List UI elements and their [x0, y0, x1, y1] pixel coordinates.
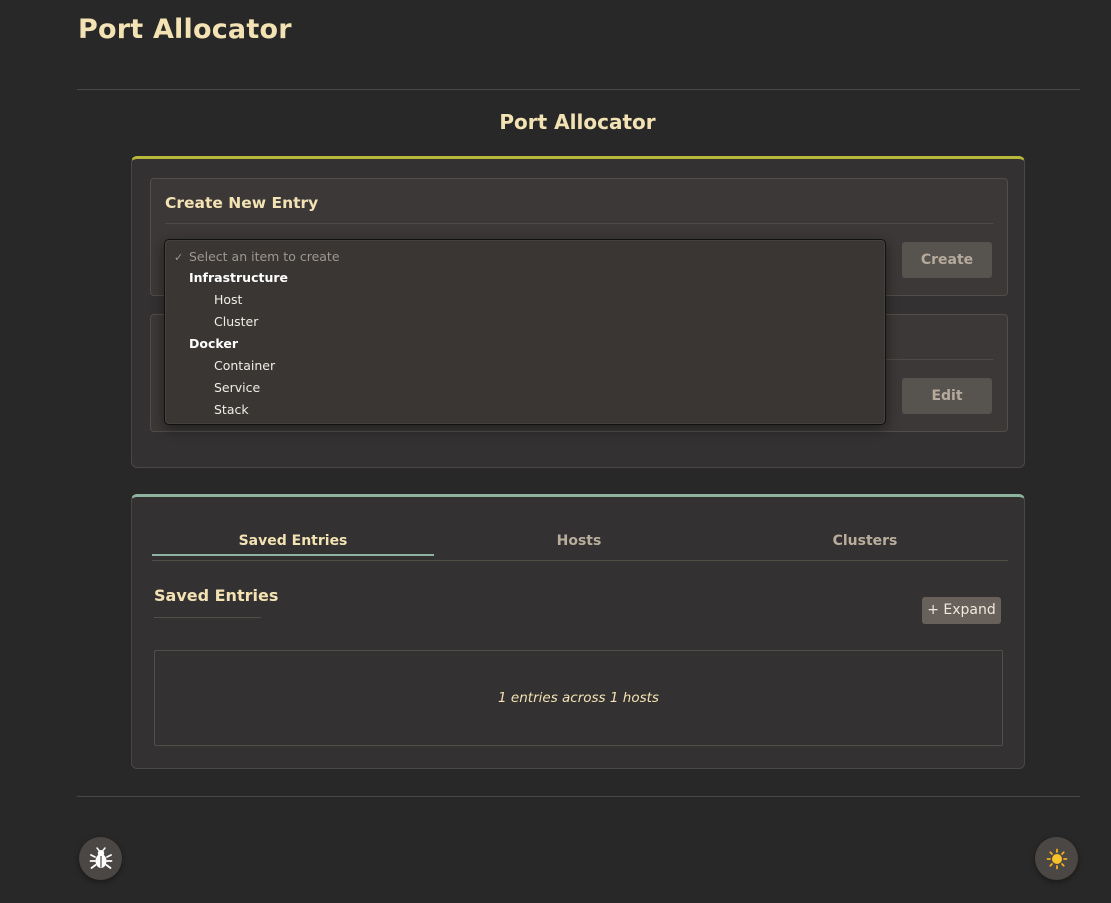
dropdown-placeholder-label: Select an item to create — [189, 249, 340, 264]
dropdown-option-container[interactable]: Container — [214, 356, 275, 376]
create-type-dropdown[interactable]: ✓ Select an item to create Infrastructure… — [164, 239, 886, 425]
tab-bar: Saved Entries Hosts Clusters — [152, 533, 1008, 563]
section-divider — [154, 617, 261, 618]
dropdown-option-stack[interactable]: Stack — [214, 400, 249, 420]
app-title: Port Allocator — [78, 14, 292, 45]
dropdown-option-cluster[interactable]: Cluster — [214, 312, 258, 332]
tab-hosts[interactable]: Hosts — [438, 533, 720, 549]
tab-label: Hosts — [556, 533, 602, 549]
dropdown-option-placeholder[interactable]: ✓ Select an item to create — [174, 247, 340, 267]
tab-clusters[interactable]: Clusters — [724, 533, 1006, 549]
debug-button[interactable] — [79, 837, 122, 880]
header-divider — [77, 89, 1080, 90]
expand-button[interactable]: + Expand — [922, 597, 1001, 624]
entries-card: Saved Entries Hosts Clusters Saved Entri… — [131, 494, 1025, 769]
tab-label: Saved Entries — [238, 533, 348, 549]
theme-toggle-button[interactable] — [1035, 837, 1078, 880]
create-panel-title: Create New Entry — [165, 194, 319, 212]
dropdown-option-host[interactable]: Host — [214, 290, 242, 310]
edit-button[interactable]: Edit — [902, 378, 992, 414]
tab-label: Clusters — [832, 533, 898, 549]
bug-icon — [89, 846, 112, 869]
dropdown-group-infrastructure: Infrastructure — [189, 270, 288, 285]
dropdown-option-service[interactable]: Service — [214, 378, 260, 398]
tabs-divider — [152, 560, 1008, 561]
divider — [165, 223, 993, 224]
saved-entries-summary: 1 entries across 1 hosts — [154, 650, 1003, 746]
tab-saved-entries[interactable]: Saved Entries — [152, 533, 434, 556]
footer-divider — [77, 796, 1080, 797]
summary-text: 1 entries across 1 hosts — [498, 690, 659, 706]
dropdown-group-docker: Docker — [189, 336, 238, 351]
create-button[interactable]: Create — [902, 242, 992, 278]
page-title: Port Allocator — [499, 110, 656, 134]
saved-entries-title: Saved Entries — [154, 586, 279, 605]
checkmark-icon: ✓ — [174, 251, 184, 264]
active-tab-indicator — [152, 554, 434, 556]
sun-icon — [1046, 848, 1067, 869]
